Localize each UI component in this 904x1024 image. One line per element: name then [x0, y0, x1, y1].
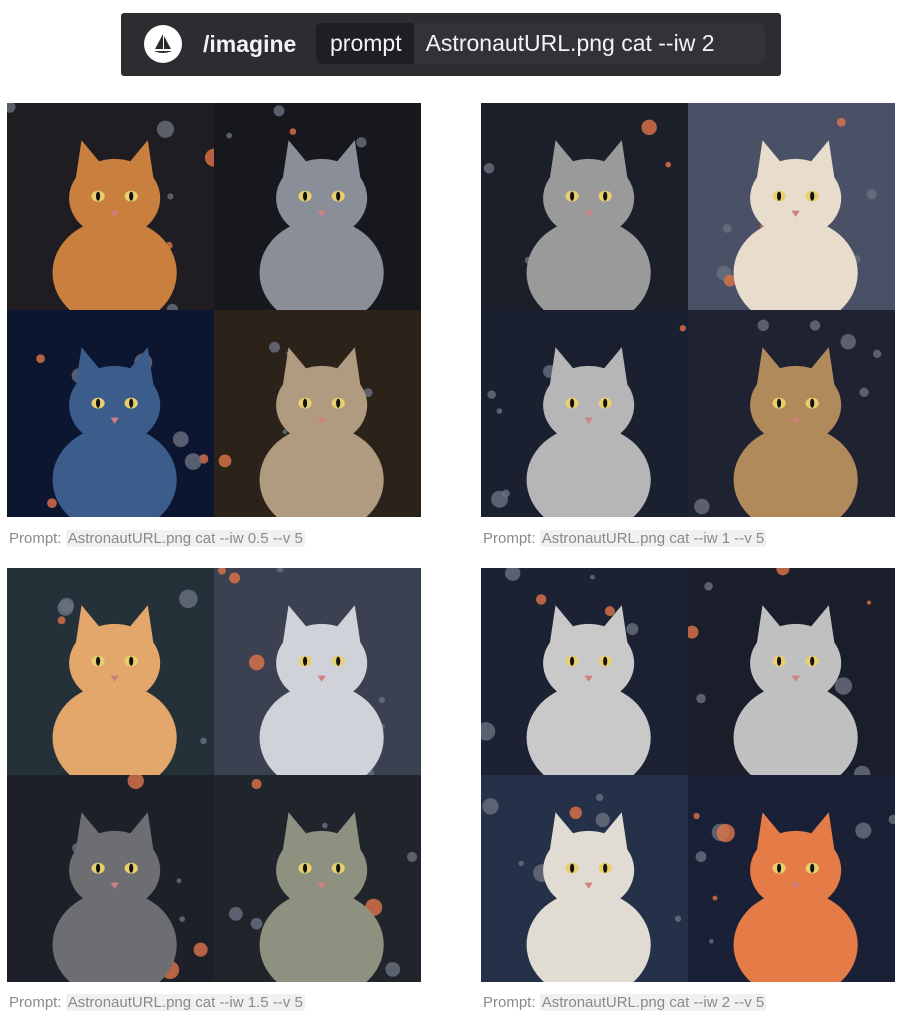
cat-illustration [688, 103, 895, 310]
caption-label: Prompt: [9, 994, 62, 1011]
cat-illustration [214, 103, 421, 310]
imagine-command-bar[interactable]: /imagine prompt AstronautURL.png cat --i… [121, 13, 781, 76]
prompt-input[interactable]: AstronautURL.png cat --iw 2 [413, 23, 765, 64]
prompt-caption: Prompt: AstronautURL.png cat --iw 2 --v … [483, 994, 767, 1011]
prompt-option-name: prompt [316, 23, 414, 64]
generated-image[interactable] [481, 568, 688, 775]
cat-illustration [481, 310, 688, 517]
cat-illustration [688, 568, 895, 775]
caption-prompt: AstronautURL.png cat --iw 0.5 --v 5 [65, 530, 305, 547]
generated-image[interactable] [7, 568, 214, 775]
generated-image[interactable] [7, 103, 214, 310]
caption-label: Prompt: [483, 994, 536, 1011]
caption-prompt: AstronautURL.png cat --iw 1.5 --v 5 [65, 994, 305, 1011]
cat-illustration [7, 310, 214, 517]
result-panel-iw-2 [481, 568, 895, 982]
generated-image[interactable] [688, 310, 895, 517]
prompt-caption: Prompt: AstronautURL.png cat --iw 1.5 --… [9, 994, 305, 1011]
cat-illustration [214, 568, 421, 775]
image-grid [7, 568, 421, 982]
cat-illustration [214, 310, 421, 517]
generated-image[interactable] [481, 310, 688, 517]
cat-illustration [481, 775, 688, 982]
image-grid [7, 103, 421, 517]
cat-illustration [7, 568, 214, 775]
cat-illustration [688, 775, 895, 982]
slash-command: /imagine [203, 31, 297, 57]
generated-image[interactable] [7, 310, 214, 517]
caption-prompt: AstronautURL.png cat --iw 1 --v 5 [539, 530, 767, 547]
image-grid [481, 103, 895, 517]
caption-label: Prompt: [9, 530, 62, 547]
generated-image[interactable] [214, 310, 421, 517]
generated-image[interactable] [7, 775, 214, 982]
generated-image[interactable] [688, 568, 895, 775]
generated-image[interactable] [688, 775, 895, 982]
generated-image[interactable] [214, 103, 421, 310]
generated-image[interactable] [688, 103, 895, 310]
sailboat-icon [144, 25, 182, 63]
prompt-option[interactable]: prompt AstronautURL.png cat --iw 2 [316, 23, 765, 64]
result-panel-iw-0.5 [7, 103, 421, 517]
cat-illustration [7, 103, 214, 310]
cat-illustration [214, 775, 421, 982]
prompt-caption: Prompt: AstronautURL.png cat --iw 0.5 --… [9, 530, 305, 547]
generated-image[interactable] [481, 775, 688, 982]
image-grid [481, 568, 895, 982]
cat-illustration [688, 310, 895, 517]
caption-label: Prompt: [483, 530, 536, 547]
result-panel-iw-1.5 [7, 568, 421, 982]
cat-illustration [7, 775, 214, 982]
generated-image[interactable] [214, 568, 421, 775]
generated-image[interactable] [214, 775, 421, 982]
cat-illustration [481, 568, 688, 775]
prompt-caption: Prompt: AstronautURL.png cat --iw 1 --v … [483, 530, 767, 547]
caption-prompt: AstronautURL.png cat --iw 2 --v 5 [539, 994, 767, 1011]
result-panel-iw-1 [481, 103, 895, 517]
generated-image[interactable] [481, 103, 688, 310]
cat-illustration [481, 103, 688, 310]
